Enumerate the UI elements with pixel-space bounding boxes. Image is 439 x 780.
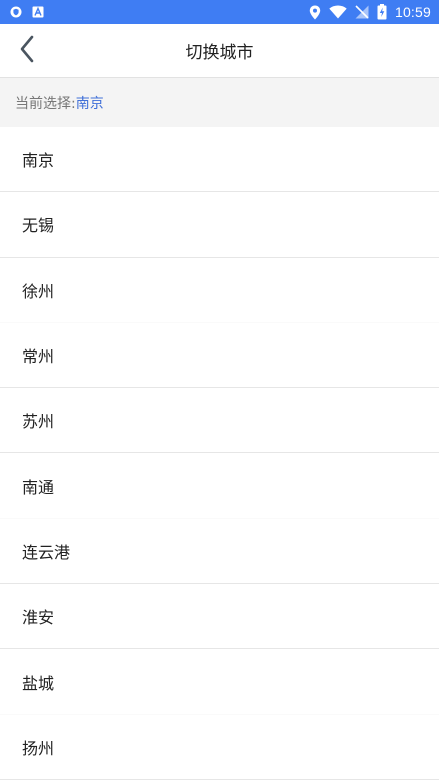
- city-item-suzhou[interactable]: 苏州: [0, 388, 439, 454]
- current-selection-label: 当前选择:: [15, 95, 76, 112]
- location-icon: [309, 5, 321, 20]
- app-header: 切换城市: [0, 24, 439, 78]
- status-left: [10, 6, 44, 18]
- status-bar: 10:59: [0, 0, 439, 24]
- page-title: 切换城市: [185, 43, 254, 63]
- status-time: 10:59: [394, 4, 431, 20]
- shield-icon: [10, 6, 22, 18]
- battery-charging-icon: [377, 4, 387, 20]
- city-list: 南京 无锡 徐州 常州 苏州 南通 连云港 淮安 盐城 扬州: [0, 127, 439, 780]
- city-item-yancheng[interactable]: 盐城: [0, 649, 439, 715]
- back-button[interactable]: [10, 34, 44, 68]
- current-selection-value: 南京: [75, 95, 104, 112]
- city-item-wuxi[interactable]: 无锡: [0, 192, 439, 258]
- city-item-xuzhou[interactable]: 徐州: [0, 257, 439, 323]
- city-item-yangzhou[interactable]: 扬州: [0, 714, 439, 780]
- status-right: 10:59: [309, 4, 431, 20]
- a-icon: [32, 6, 44, 18]
- city-item-lianyungang[interactable]: 连云港: [0, 518, 439, 585]
- city-item-huaian[interactable]: 淮安: [0, 584, 439, 650]
- wifi-icon: [329, 5, 347, 19]
- chevron-left-icon: [19, 35, 35, 67]
- city-item-changzhou[interactable]: 常州: [0, 322, 439, 389]
- city-item-nanjing[interactable]: 南京: [0, 127, 439, 193]
- no-sim-icon: [355, 5, 369, 19]
- current-selection-bar: 当前选择: 南京: [0, 78, 439, 127]
- city-item-nantong[interactable]: 南通: [0, 453, 439, 519]
